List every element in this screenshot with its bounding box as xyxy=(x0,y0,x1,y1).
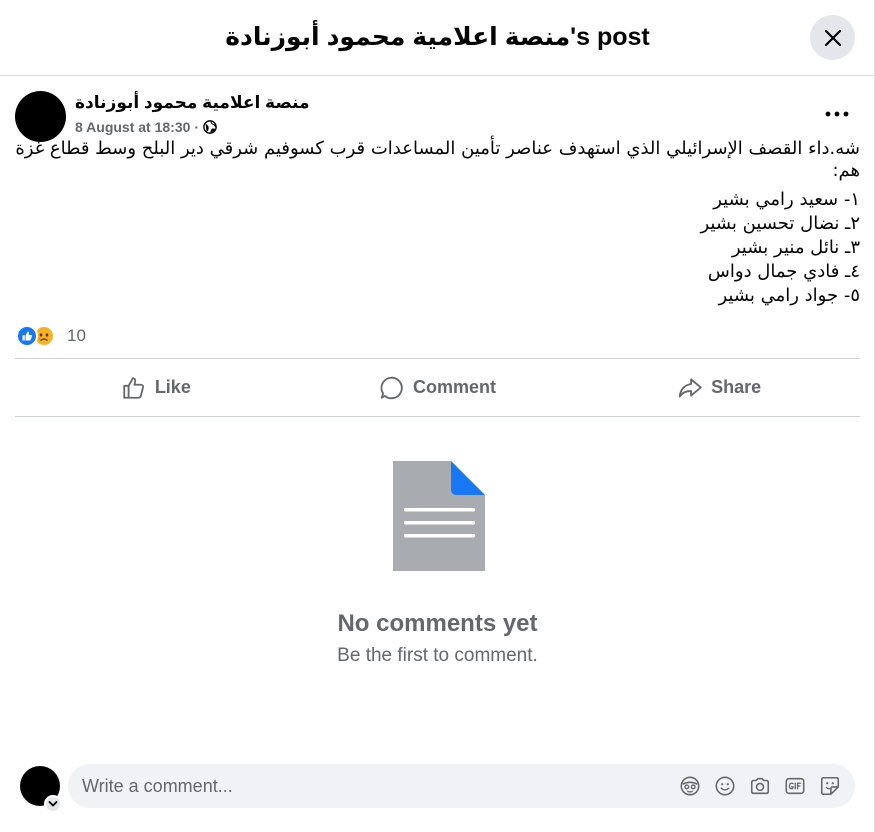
emoji-button[interactable] xyxy=(707,774,742,798)
dialog-title: منصة اعلامية محمود أبوزنادة's post xyxy=(225,23,650,51)
comment-label: Comment xyxy=(413,377,497,397)
post-text-line: شه.داء القصف الإسرائيلي الذي استهدف عناص… xyxy=(15,138,860,159)
chevron-down-icon xyxy=(48,801,58,807)
comment-button[interactable]: Comment xyxy=(297,359,579,416)
like-button[interactable]: Like xyxy=(15,359,297,416)
avatar-sticker-button[interactable] xyxy=(672,774,707,798)
post-text-line: هم: xyxy=(832,160,860,181)
close-icon xyxy=(824,29,841,46)
dialog-header: منصة اعلامية محمود أبوزنادة's post xyxy=(0,0,875,76)
comment-composer xyxy=(68,764,855,808)
empty-state-title: No comments yet xyxy=(337,610,538,637)
list-item: ٣ـ نائل منير بشير xyxy=(731,237,860,258)
document-icon xyxy=(393,461,485,571)
list-item: ١- سعيد رامي بشير xyxy=(713,189,860,210)
close-button[interactable] xyxy=(810,15,855,60)
share-button[interactable]: Share xyxy=(578,359,860,416)
emoji-icon xyxy=(715,776,734,796)
reactions-summary[interactable]: 10 xyxy=(16,324,86,348)
globe-icon[interactable] xyxy=(203,120,217,134)
camera-button[interactable] xyxy=(742,774,777,798)
gif-icon xyxy=(785,777,804,795)
post-body: شه.داء القصف الإسرائيلي الذي استهدف عناص… xyxy=(14,138,860,308)
author-name[interactable]: منصة اعلامية محمود أبوزنادة xyxy=(75,93,310,113)
post-action-bar: Like Comment Share xyxy=(15,358,860,417)
list-item: ٢ـ نضال تحسين بشير xyxy=(700,213,860,234)
post-timestamp[interactable]: 8 August at 18:30 xyxy=(75,119,190,135)
empty-state-subtitle: Be the first to comment. xyxy=(337,645,538,666)
meta-separator: · xyxy=(194,119,200,135)
camera-icon xyxy=(750,777,769,795)
like-reaction-icon xyxy=(16,325,38,347)
sticker-button[interactable] xyxy=(812,774,847,798)
share-arrow-icon xyxy=(678,377,702,398)
comment-input[interactable] xyxy=(82,764,662,808)
author-avatar[interactable] xyxy=(15,91,66,142)
avatar-sticker-icon xyxy=(680,776,699,796)
share-label: Share xyxy=(711,377,762,397)
profile-switch-button[interactable] xyxy=(44,795,62,813)
more-options-button[interactable] xyxy=(817,100,857,128)
sticker-icon xyxy=(820,776,839,796)
composer-tools xyxy=(672,774,847,798)
post-list: ١- سعيد رامي بشير ٢ـ نضال تحسين بشير ٣ـ … xyxy=(14,188,860,308)
comment-bubble-icon xyxy=(380,376,403,399)
reaction-count: 10 xyxy=(67,326,86,345)
like-label: Like xyxy=(154,377,191,397)
list-item: ٥- جواد رامي بشير xyxy=(718,285,860,306)
gif-button[interactable] xyxy=(777,774,812,798)
more-dots-icon xyxy=(825,111,849,117)
post-meta: 8 August at 18:30 · xyxy=(75,118,217,136)
thumbs-up-icon xyxy=(123,376,144,399)
post-dialog: منصة اعلامية محمود أبوزنادة's post منصة … xyxy=(0,0,875,832)
list-item: ٤ـ فادي جمال دواس xyxy=(707,261,860,282)
